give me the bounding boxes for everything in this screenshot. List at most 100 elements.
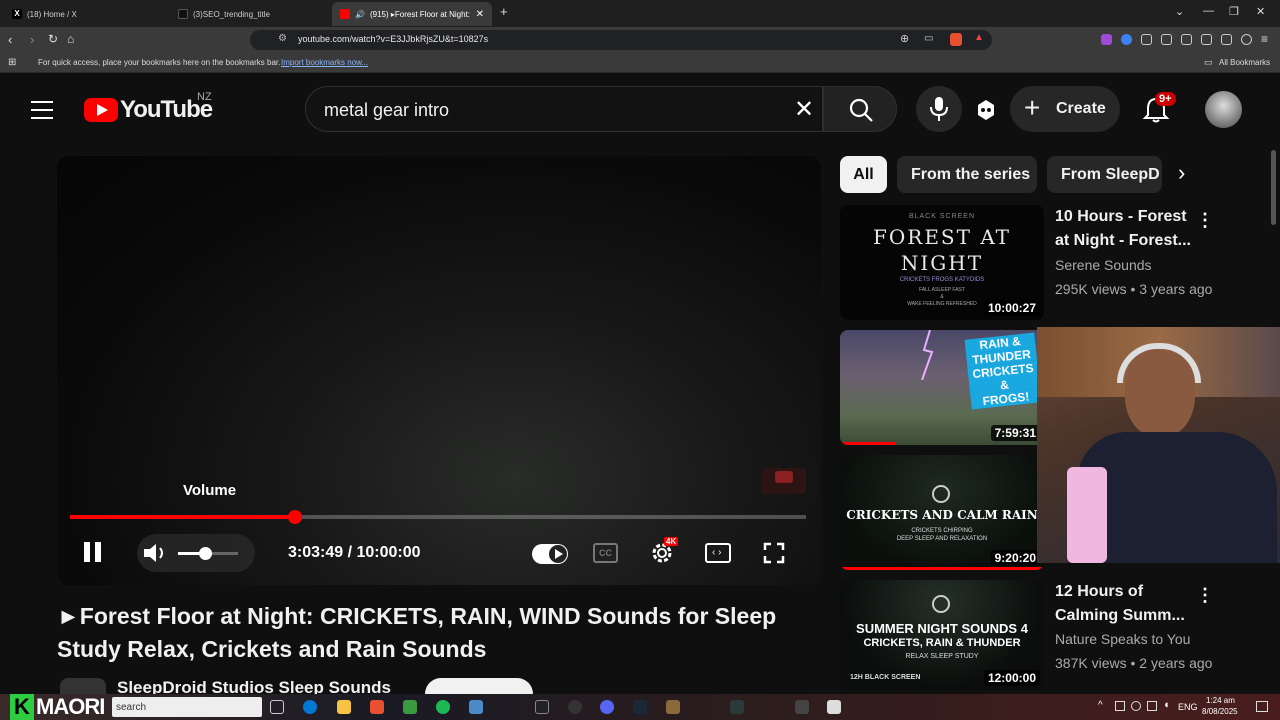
autoplay-toggle[interactable] [532,544,568,564]
app-icon[interactable] [795,700,809,714]
ai-chat-icon[interactable] [974,98,998,122]
network-icon[interactable] [1147,701,1157,711]
extension-icon[interactable] [1101,34,1112,45]
app-icon[interactable] [403,700,417,714]
more-options-icon[interactable]: ⋮ [1196,585,1214,606]
tab-x-home[interactable]: X (18) Home / X [4,2,168,26]
address-bar[interactable]: ⚙ youtube.com/watch?v=E3JJbkRjsZU&t=1082… [250,30,992,50]
chip-all[interactable]: All [840,156,887,193]
all-bookmarks-button[interactable]: All Bookmarks [1219,58,1270,67]
extension-icon[interactable] [1121,34,1132,45]
tray-icon[interactable] [1131,701,1141,711]
volume-control[interactable] [137,534,255,572]
brave-rewards-icon[interactable]: ▲ [974,32,984,43]
wallet-icon[interactable] [1201,34,1212,45]
search-input[interactable]: metal gear intro [324,100,449,121]
progress-bar[interactable] [70,510,806,524]
discord-icon[interactable] [600,700,614,714]
tray-chevron-icon[interactable]: ^ [1098,700,1103,711]
forward-icon[interactable]: › [30,32,34,47]
clock-time[interactable]: 1:24 am [1206,696,1235,705]
recommendation-title[interactable]: 12 Hours of Calming Summ... [1055,580,1195,628]
avatar[interactable] [1205,91,1242,128]
minimize-button[interactable]: — [1203,5,1214,17]
channel-name[interactable]: SleepDroid Studios Sleep Sounds [117,678,391,694]
close-tab-icon[interactable]: ✕ [476,9,484,20]
apps-grid-icon[interactable]: ⊞ [8,57,16,68]
tray-icon[interactable] [1115,701,1125,711]
leo-ai-icon[interactable] [1221,34,1232,45]
restore-button[interactable]: ❐ [1229,5,1239,18]
tab-list-icon[interactable]: ⌄ [1175,5,1184,18]
volume-slider-track[interactable] [178,547,238,560]
app-icon[interactable] [827,700,841,714]
music-icon[interactable] [1161,34,1172,45]
captions-icon[interactable]: CC [593,543,618,563]
import-bookmarks-link[interactable]: Import bookmarks now... [281,58,368,67]
theater-mode-icon[interactable]: ‹ › [705,543,731,563]
channel-avatar[interactable] [60,678,106,694]
search-button[interactable] [823,86,897,132]
epic-games-icon[interactable] [535,700,549,714]
app-icon[interactable] [469,700,483,714]
notifications-button[interactable]: 9+ [1142,92,1176,124]
recommendation-channel[interactable]: Serene Sounds [1055,257,1152,273]
youtube-logo-icon[interactable] [84,98,118,122]
recommendation-thumbnail[interactable]: RAIN & THUNDER CRICKETS & FROGS! 7:59:31 [840,330,1044,445]
clear-search-icon[interactable]: ✕ [794,95,814,124]
menu-icon[interactable]: ≡ [1261,32,1268,46]
recommendation-channel[interactable]: Nature Speaks to You [1055,631,1190,647]
settings-button[interactable]: 4K [649,537,679,566]
vpn-icon[interactable] [1241,34,1252,45]
brave-shields-icon[interactable] [950,33,962,46]
brave-icon[interactable] [370,700,384,714]
recommendation-title[interactable]: 10 Hours - Forest at Night - Forest... [1055,205,1195,253]
puzzle-icon[interactable] [1141,34,1152,45]
speaker-icon[interactable]: ◖ [1163,699,1170,711]
subscribe-watermark[interactable] [762,468,806,494]
new-tab-button[interactable]: + [500,4,508,19]
edge-icon[interactable] [303,700,317,714]
sidebar-icon[interactable] [1181,34,1192,45]
chip-from-series[interactable]: From the series [897,156,1037,193]
site-info-icon[interactable]: ⚙ [278,33,287,44]
tab-youtube-active[interactable]: 🔊 (915) ▸Forest Floor at Night: ✕ [332,2,492,26]
search-box[interactable]: metal gear intro ✕ [305,86,823,132]
chevron-right-icon[interactable]: › [1178,160,1185,186]
notification-center-icon[interactable] [1256,701,1268,712]
home-icon[interactable]: ⌂ [67,32,74,46]
video-player[interactable]: Volume 3:03:49 / 10:00:00 CC 4K ‹ › [57,156,821,585]
app-icon[interactable] [666,700,680,714]
close-window-button[interactable]: ✕ [1256,5,1265,18]
start-logo-icon[interactable]: K [10,694,34,720]
video-frame[interactable] [57,156,821,585]
hamburger-menu-icon[interactable] [31,101,53,119]
app-icon[interactable] [730,700,744,714]
time-total: 10:00:00 [356,544,421,561]
subscribe-button[interactable] [425,678,533,694]
page-scrollbar[interactable] [1271,150,1276,225]
more-options-icon[interactable]: ⋮ [1196,210,1214,231]
language-indicator[interactable]: ENG [1178,702,1198,712]
voice-search-button[interactable] [916,86,962,132]
spotify-icon[interactable] [436,700,450,714]
steam-icon[interactable] [633,700,647,714]
back-icon[interactable]: ‹ [8,32,12,47]
tab-seo-trending[interactable]: (3)SEO_trending_title [170,2,330,26]
volume-icon[interactable] [141,541,169,565]
chip-from-channel[interactable]: From SleepD [1047,156,1162,193]
recommendation-thumbnail[interactable]: BLACK SCREEN FOREST AT NIGHT CRICKETS FR… [840,205,1044,320]
reload-icon[interactable]: ↻ [48,32,58,46]
clock-date[interactable]: 8/08/2025 [1202,707,1238,716]
create-button[interactable]: + Create [1010,86,1120,132]
recommendation-thumbnail[interactable]: SUMMER NIGHT SOUNDS 4 CRICKETS, RAIN & T… [840,580,1044,690]
obs-icon[interactable] [568,700,582,714]
cast-icon[interactable]: ▭ [924,33,933,44]
file-explorer-icon[interactable] [337,700,351,714]
fullscreen-icon[interactable] [763,542,785,564]
taskbar-search[interactable]: search [112,697,262,717]
volume-slider-knob[interactable] [199,547,212,560]
task-view-icon[interactable] [270,700,284,714]
zoom-icon[interactable]: ⊕ [900,32,909,45]
recommendation-thumbnail[interactable]: CRICKETS AND CALM RAIN CRICKETS CHIRPING… [840,455,1044,570]
